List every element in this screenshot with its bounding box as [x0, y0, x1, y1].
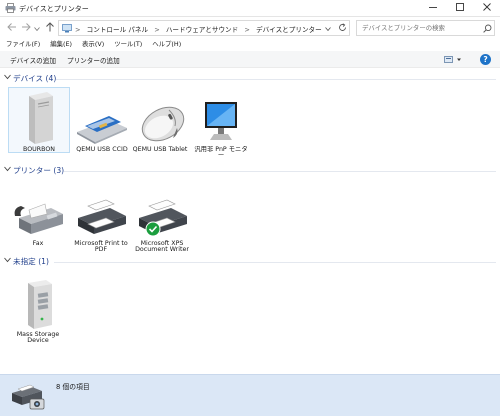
add-device-button[interactable]: デバイスの追加 [10, 55, 56, 65]
view-options-icon [444, 56, 462, 66]
control-panel-icon [62, 24, 72, 35]
command-bar: デバイスの追加 プリンターの追加 ? [0, 51, 500, 68]
computer-tower-icon [9, 88, 71, 144]
printer-icon [70, 182, 132, 238]
help-icon: ? [483, 55, 488, 64]
printer-label-line2: Document Writer [135, 246, 189, 253]
group-title: プリンター (3) [13, 166, 65, 175]
title-bar: デバイスとプリンター [0, 0, 500, 17]
address-toolbar: > コントロール パネル > ハードウェアとサウンド > デバイスとプリンター [0, 17, 500, 39]
printer-default-icon [131, 182, 193, 238]
group-divider [64, 171, 496, 172]
breadcrumb-control-panel[interactable]: コントロール パネル [87, 26, 148, 34]
add-printer-button[interactable]: プリンターの追加 [67, 55, 120, 65]
breadcrumb: > コントロール パネル > ハードウェアとサウンド > デバイスとプリンター [75, 24, 326, 34]
maximize-icon [456, 3, 464, 13]
device-item-bourbon[interactable]: BOURBON [8, 87, 70, 153]
recent-locations-button[interactable] [33, 22, 41, 34]
breadcrumb-devices-printers[interactable]: デバイスとプリンター [256, 26, 322, 34]
group-divider [56, 79, 496, 80]
menu-view[interactable]: 表示(V) [82, 39, 104, 51]
refresh-button[interactable] [338, 23, 347, 34]
chevron-down-icon [4, 257, 11, 265]
minimize-icon [429, 3, 437, 13]
menu-tools[interactable]: ツール(T) [114, 39, 142, 51]
group-header-unspecified[interactable]: 未指定 (1) [4, 256, 496, 268]
menu-edit[interactable]: 編集(E) [50, 39, 72, 51]
printer-icon [5, 3, 16, 15]
breadcrumb-separator: > [75, 26, 81, 34]
up-arrow-icon [46, 21, 54, 35]
breadcrumb-separator: > [154, 26, 160, 34]
group-divider [54, 262, 496, 263]
menu-file[interactable]: ファイル(F) [6, 39, 40, 51]
device-item-qemu-usb-tablet[interactable]: QEMU USB Tablet [129, 88, 191, 154]
group-header-devices[interactable]: デバイス (4) [4, 73, 496, 85]
printer-item-fax[interactable]: Fax [7, 182, 69, 248]
group-title: 未指定 (1) [13, 257, 49, 266]
printer-item-microsoft-print-to-pdf[interactable]: Microsoft Print to PDF [70, 182, 132, 254]
refresh-icon [338, 23, 347, 34]
maximize-button[interactable] [447, 0, 473, 16]
menu-bar: ファイル(F) 編集(E) 表示(V) ツール(T) ヘルプ(H) [0, 39, 500, 51]
device-label: QEMU USB CCID [76, 146, 128, 153]
printer-item-microsoft-xps-document-writer[interactable]: Microsoft XPS Document Writer [131, 182, 193, 254]
breadcrumb-hardware-sound[interactable]: ハードウェアとサウンド [166, 26, 238, 34]
chevron-down-icon [325, 24, 331, 33]
chevron-down-icon [4, 166, 11, 174]
storage-device-icon [7, 273, 69, 329]
status-bar: 8 個の項目 [0, 374, 500, 416]
group-header-printers[interactable]: プリンター (3) [4, 165, 496, 177]
device-label: BOURBON [22, 146, 56, 153]
device-label: QEMU USB Tablet [132, 146, 188, 153]
close-button[interactable] [474, 0, 500, 16]
up-button[interactable] [44, 21, 56, 35]
breadcrumb-separator: > [244, 26, 250, 34]
back-button[interactable] [6, 22, 18, 34]
chevron-down-icon [4, 74, 11, 82]
minimize-button[interactable] [420, 0, 446, 16]
monitor-icon [190, 88, 252, 144]
device-item-generic-pnp-monitor[interactable]: 汎用非 PnP モニタ ー [190, 88, 252, 160]
window-title: デバイスとプリンター [19, 5, 89, 13]
search-icon [483, 24, 492, 35]
search-input[interactable] [357, 21, 477, 35]
mouse-icon [129, 88, 191, 144]
chevron-down-icon [34, 23, 40, 34]
device-item-qemu-usb-ccid[interactable]: QEMU USB CCID [71, 88, 133, 154]
help-button[interactable]: ? [480, 54, 491, 65]
smart-card-reader-icon [71, 88, 133, 144]
item-count: 8 個の項目 [56, 383, 90, 391]
back-arrow-icon [7, 22, 17, 34]
address-box[interactable]: > コントロール パネル > ハードウェアとサウンド > デバイスとプリンター [58, 20, 350, 36]
menu-help[interactable]: ヘルプ(H) [152, 39, 181, 51]
printer-label: Fax [32, 240, 44, 247]
devices-printers-icon [8, 379, 48, 415]
devices-view: デバイス (4) BOURBON QEMU USB CCID QEMU USB … [0, 68, 500, 374]
device-item-mass-storage[interactable]: Mass Storage Device [7, 273, 69, 345]
fax-icon [7, 182, 69, 238]
change-view-button[interactable] [444, 55, 462, 66]
forward-arrow-icon [21, 22, 31, 34]
group-title: デバイス (4) [13, 74, 57, 83]
address-dropdown-button[interactable] [325, 24, 331, 33]
search-box[interactable] [356, 20, 495, 36]
forward-button[interactable] [20, 22, 32, 34]
close-icon [483, 3, 491, 13]
